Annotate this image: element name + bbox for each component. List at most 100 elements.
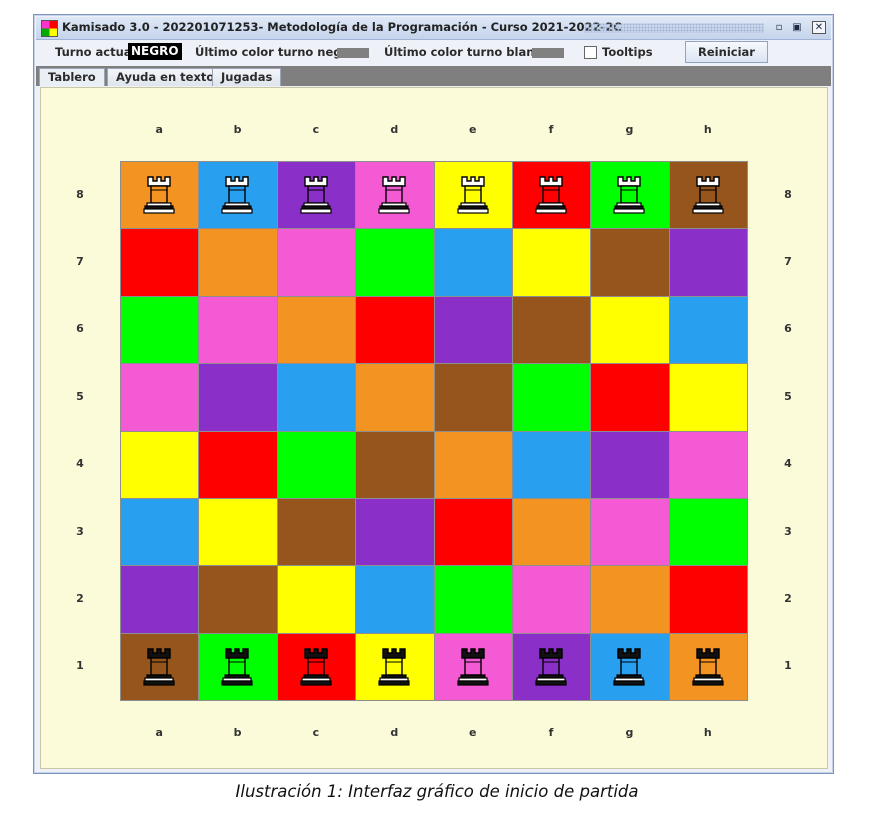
- tab-ayuda-en-texto[interactable]: Ayuda en texto: [107, 68, 224, 86]
- square-e5[interactable]: [434, 363, 513, 432]
- square-a5[interactable]: [120, 363, 199, 432]
- square-g2[interactable]: [590, 565, 670, 634]
- square-c3[interactable]: [277, 498, 356, 566]
- rank-label-right: 5: [784, 389, 792, 403]
- file-label-bottom: c: [312, 726, 320, 739]
- rank-label-left: 1: [76, 659, 84, 673]
- square-d8[interactable]: [355, 161, 435, 229]
- status-toolbar: Turno actual: NEGRO Último color turno n…: [36, 40, 831, 65]
- window-title: Kamisado 3.0 - 202201071253- Metodología…: [62, 20, 622, 34]
- square-d3[interactable]: [355, 498, 435, 566]
- square-c1[interactable]: [277, 633, 356, 701]
- square-d2[interactable]: [355, 565, 435, 634]
- square-a3[interactable]: [120, 498, 199, 566]
- square-a1[interactable]: [120, 633, 199, 701]
- maximize-icon[interactable]: ▣: [790, 21, 804, 34]
- square-f5[interactable]: [512, 363, 591, 432]
- square-h5[interactable]: [669, 363, 748, 432]
- square-d7[interactable]: [355, 228, 435, 297]
- rank-label-right: 2: [784, 591, 792, 605]
- last-black-color-label: Último color turno negro:: [195, 45, 360, 59]
- square-g3[interactable]: [590, 498, 670, 566]
- square-d1[interactable]: [355, 633, 435, 701]
- square-b1[interactable]: [198, 633, 278, 701]
- square-f7[interactable]: [512, 228, 591, 297]
- square-e3[interactable]: [434, 498, 513, 566]
- rank-label-left: 2: [76, 591, 84, 605]
- square-b6[interactable]: [198, 296, 278, 364]
- square-a6[interactable]: [120, 296, 199, 364]
- tab-tablero[interactable]: Tablero: [39, 68, 105, 86]
- square-h2[interactable]: [669, 565, 748, 634]
- rank-label-right: 8: [784, 187, 792, 201]
- square-g6[interactable]: [590, 296, 670, 364]
- rank-label-left: 6: [76, 322, 84, 336]
- rank-label-left: 8: [76, 187, 84, 201]
- square-h6[interactable]: [669, 296, 748, 364]
- square-c5[interactable]: [277, 363, 356, 432]
- file-label-top: g: [625, 123, 634, 136]
- reset-button[interactable]: Reiniciar: [685, 41, 768, 63]
- square-a7[interactable]: [120, 228, 199, 297]
- square-b7[interactable]: [198, 228, 278, 297]
- square-f3[interactable]: [512, 498, 591, 566]
- square-e7[interactable]: [434, 228, 513, 297]
- last-black-color-swatch: [337, 48, 369, 58]
- square-e1[interactable]: [434, 633, 513, 701]
- square-a8[interactable]: [120, 161, 199, 229]
- square-h7[interactable]: [669, 228, 748, 297]
- square-f2[interactable]: [512, 565, 591, 634]
- rank-label-right: 6: [784, 322, 792, 336]
- rank-label-left: 7: [76, 255, 84, 269]
- square-b4[interactable]: [198, 431, 278, 499]
- square-b3[interactable]: [198, 498, 278, 566]
- file-label-top: d: [390, 123, 399, 136]
- square-a4[interactable]: [120, 431, 199, 499]
- title-bar[interactable]: Kamisado 3.0 - 202201071253- Metodología…: [36, 17, 831, 40]
- file-label-bottom: d: [390, 726, 399, 739]
- square-h1[interactable]: [669, 633, 748, 701]
- square-c8[interactable]: [277, 161, 356, 229]
- minimize-icon[interactable]: ▫: [772, 21, 786, 34]
- square-e6[interactable]: [434, 296, 513, 364]
- file-label-top: h: [703, 123, 712, 136]
- square-e2[interactable]: [434, 565, 513, 634]
- rank-label-right: 3: [784, 524, 792, 538]
- square-d5[interactable]: [355, 363, 435, 432]
- square-c2[interactable]: [277, 565, 356, 634]
- rank-label-right: 4: [784, 457, 792, 471]
- tooltips-label[interactable]: Tooltips: [602, 45, 653, 59]
- square-b8[interactable]: [198, 161, 278, 229]
- square-e8[interactable]: [434, 161, 513, 229]
- square-f1[interactable]: [512, 633, 591, 701]
- square-h3[interactable]: [669, 498, 748, 566]
- tooltips-checkbox[interactable]: [584, 46, 597, 59]
- square-d6[interactable]: [355, 296, 435, 364]
- rank-label-right: 7: [784, 255, 792, 269]
- square-h4[interactable]: [669, 431, 748, 499]
- square-a2[interactable]: [120, 565, 199, 634]
- square-g5[interactable]: [590, 363, 670, 432]
- square-f8[interactable]: [512, 161, 591, 229]
- close-icon[interactable]: ✕: [812, 21, 826, 34]
- square-c6[interactable]: [277, 296, 356, 364]
- square-c4[interactable]: [277, 431, 356, 499]
- square-f6[interactable]: [512, 296, 591, 364]
- square-h8[interactable]: [669, 161, 748, 229]
- rank-label-left: 5: [76, 389, 84, 403]
- file-label-top: e: [468, 123, 477, 136]
- square-e4[interactable]: [434, 431, 513, 499]
- square-b5[interactable]: [198, 363, 278, 432]
- square-g7[interactable]: [590, 228, 670, 297]
- square-g1[interactable]: [590, 633, 670, 701]
- square-c7[interactable]: [277, 228, 356, 297]
- square-b2[interactable]: [198, 565, 278, 634]
- game-board[interactable]: [120, 161, 748, 701]
- square-f4[interactable]: [512, 431, 591, 499]
- tab-jugadas[interactable]: Jugadas: [212, 68, 282, 86]
- square-g4[interactable]: [590, 431, 670, 499]
- square-d4[interactable]: [355, 431, 435, 499]
- square-g8[interactable]: [590, 161, 670, 229]
- rank-label-left: 3: [76, 524, 84, 538]
- file-label-bottom: f: [548, 726, 554, 739]
